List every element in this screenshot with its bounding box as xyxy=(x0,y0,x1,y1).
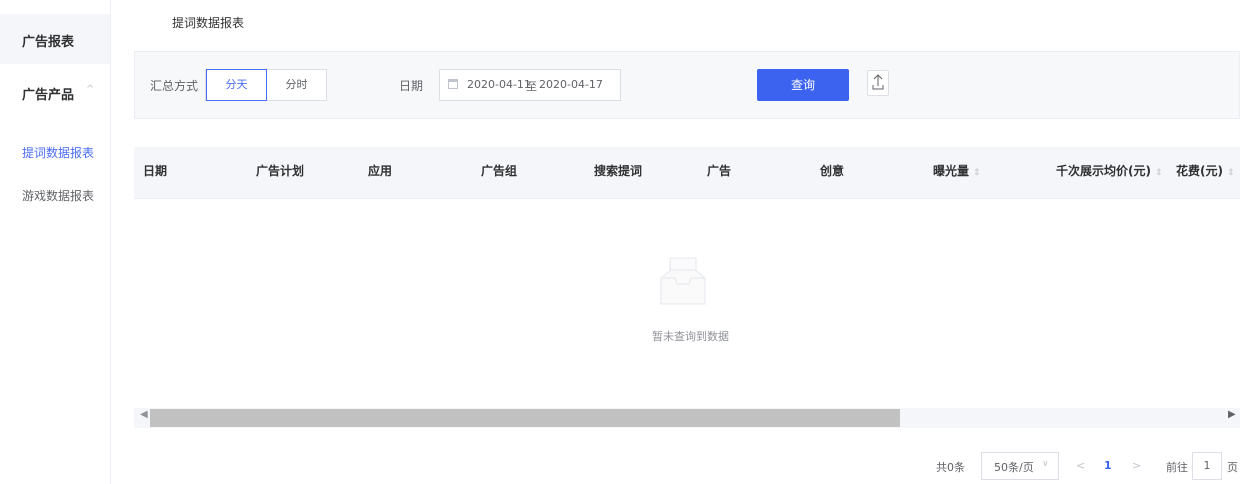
pagination-total: 共0条 xyxy=(936,461,965,474)
sidebar-item-label: 广告报表 xyxy=(22,35,75,50)
empty-box-icon xyxy=(660,257,706,305)
column-header-cpm[interactable]: 千次展示均价(元) ⇕ xyxy=(1056,162,1163,179)
column-header-keyword: 搜索提词 xyxy=(594,164,643,178)
summary-mode-segmented: 分天 分时 xyxy=(205,69,327,101)
query-button[interactable]: 查询 xyxy=(757,69,849,101)
export-icon xyxy=(872,74,884,90)
sort-icon[interactable]: ⇕ xyxy=(1155,168,1163,178)
scroll-right-icon[interactable]: ▶ xyxy=(1228,409,1236,420)
page-number-current[interactable]: 1 xyxy=(1104,459,1112,472)
page-title: 提词数据报表 xyxy=(172,16,245,30)
mode-daily-button[interactable]: 分天 xyxy=(206,69,267,101)
date-label: 日期 xyxy=(399,79,424,93)
column-header-cost[interactable]: 花费(元) ⇕ xyxy=(1176,162,1235,179)
summary-mode-label: 汇总方式 xyxy=(150,79,199,93)
mode-hourly-button[interactable]: 分时 xyxy=(267,70,326,100)
export-button[interactable] xyxy=(867,70,889,96)
date-end: 2020-04-17 xyxy=(539,78,603,91)
date-separator: 至 xyxy=(526,80,537,93)
sidebar-item-game-report[interactable]: 游戏数据报表 xyxy=(22,187,94,204)
column-header-ad-group: 广告组 xyxy=(481,164,518,178)
chevron-up-icon[interactable]: ^ xyxy=(86,84,94,95)
goto-page-input[interactable]: 1 xyxy=(1192,452,1222,480)
prev-page-button[interactable]: < xyxy=(1076,459,1085,472)
column-header-ad-plan: 广告计划 xyxy=(256,164,305,178)
chevron-down-icon: ∨ xyxy=(1042,459,1049,469)
goto-label: 前往 xyxy=(1166,461,1188,474)
page-size-value: 50条/页 xyxy=(994,461,1034,474)
sidebar-item-keyword-report[interactable]: 提词数据报表 xyxy=(22,144,94,161)
column-header-app: 应用 xyxy=(368,164,393,178)
scroll-left-icon[interactable]: ◀ xyxy=(140,409,148,420)
column-header-date: 日期 xyxy=(143,164,168,178)
sidebar-group-ad-product[interactable]: 广告产品 xyxy=(22,84,74,103)
page-unit-label: 页 xyxy=(1227,461,1238,474)
page-size-select[interactable]: 50条/页 ∨ xyxy=(981,452,1059,480)
date-start: 2020-04-11 xyxy=(467,78,531,91)
next-page-button[interactable]: > xyxy=(1132,459,1141,472)
column-header-ad: 广告 xyxy=(707,164,732,178)
column-header-impressions[interactable]: 曝光量 ⇕ xyxy=(933,162,981,179)
column-header-creative: 创意 xyxy=(820,164,845,178)
sort-icon[interactable]: ⇕ xyxy=(1227,168,1235,178)
calendar-icon xyxy=(448,79,458,89)
sort-icon[interactable]: ⇕ xyxy=(973,168,981,178)
empty-state-text: 暂未查询到数据 xyxy=(652,330,729,343)
date-range-picker[interactable]: 2020-04-11 至 2020-04-17 xyxy=(439,69,621,101)
sidebar: 广告报表 广告产品 ^ 提词数据报表 游戏数据报表 xyxy=(0,0,111,484)
scrollbar-thumb[interactable] xyxy=(150,409,900,427)
sidebar-item-ad-report[interactable]: 广告报表 xyxy=(0,14,110,64)
